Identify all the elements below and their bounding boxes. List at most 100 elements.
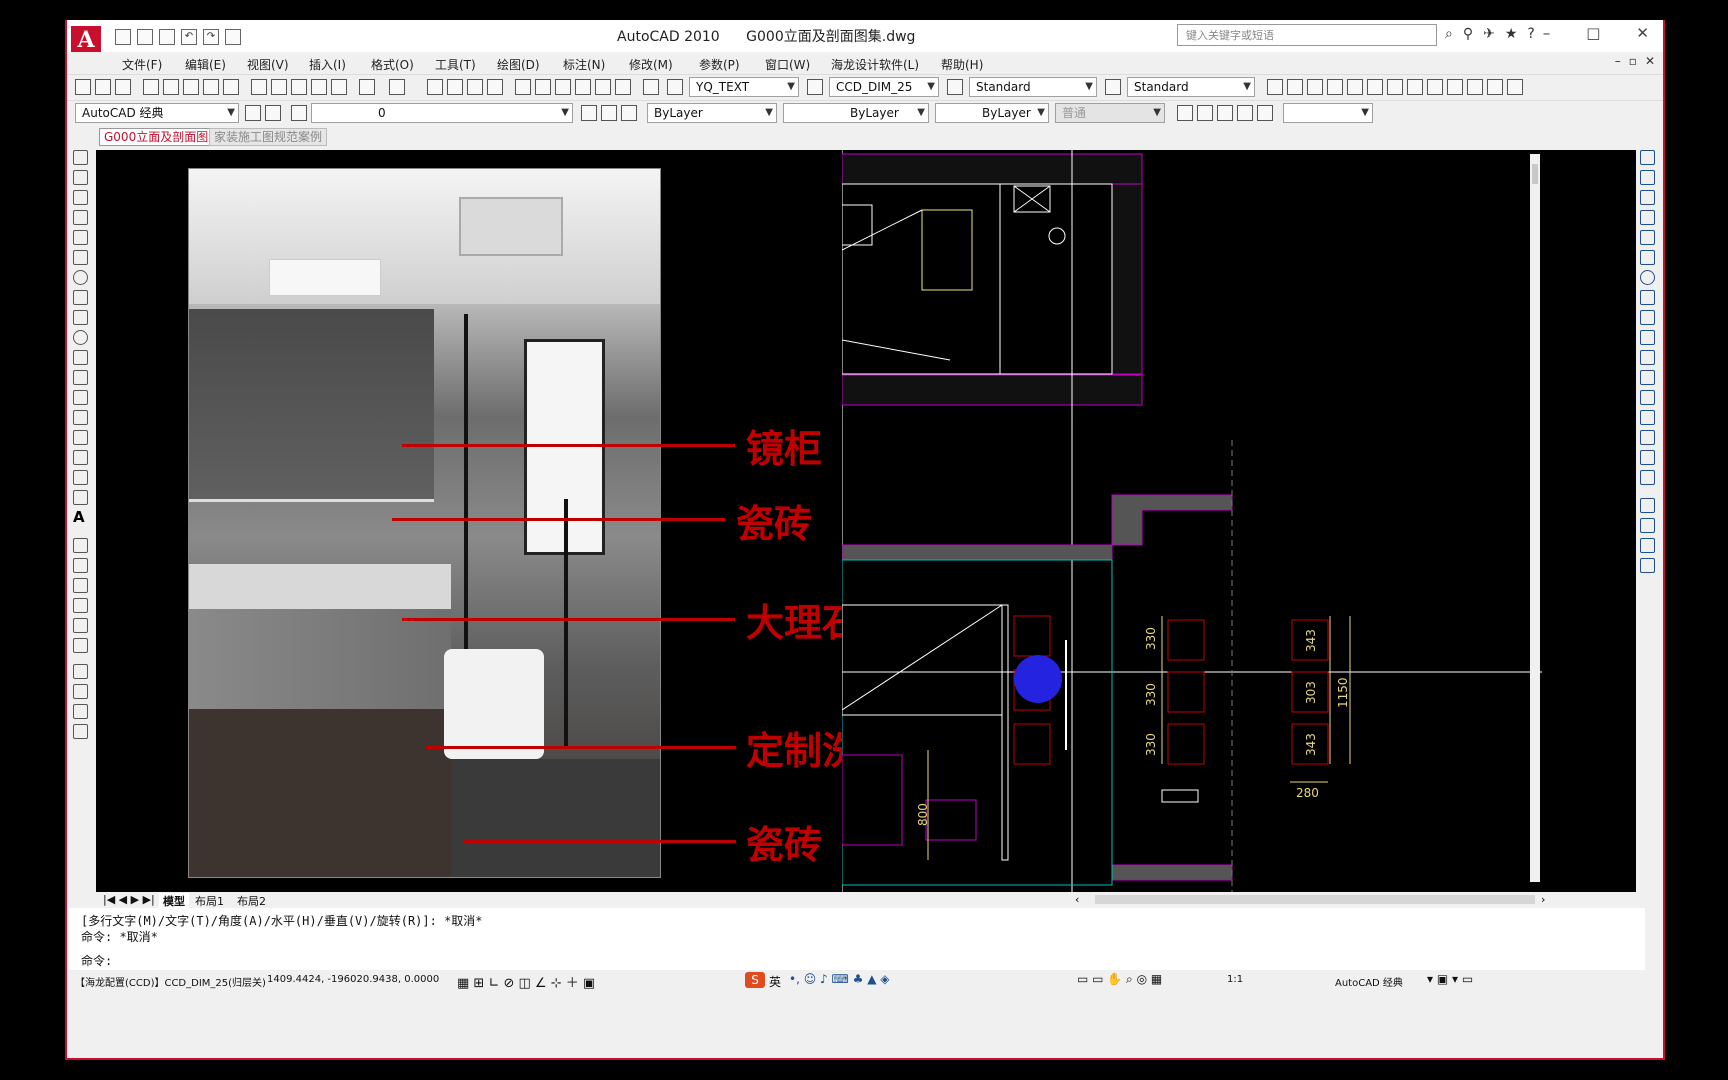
binoculars-icon[interactable]: ⌕ bbox=[1445, 26, 1453, 42]
mtext-icon[interactable]: A bbox=[73, 510, 88, 525]
maximize-button[interactable]: □ bbox=[1586, 24, 1600, 42]
layer-previous-icon[interactable] bbox=[601, 105, 617, 121]
break-icon[interactable] bbox=[1640, 390, 1655, 405]
tool-k-icon[interactable] bbox=[1467, 79, 1483, 95]
gradient-icon[interactable] bbox=[73, 450, 88, 465]
hailong-tool-1-icon[interactable] bbox=[73, 538, 88, 553]
fillet-icon[interactable] bbox=[1640, 450, 1655, 465]
menu-parametric[interactable]: 参数(P) bbox=[699, 56, 740, 73]
annotation-scale[interactable]: 1:1 bbox=[1227, 974, 1243, 985]
copy-object-icon[interactable] bbox=[1640, 170, 1655, 185]
tool-e-icon[interactable] bbox=[1347, 79, 1363, 95]
workspace-switch[interactable]: AutoCAD 经典 bbox=[1335, 974, 1403, 989]
linetype-select[interactable]: ByLayer ▼ bbox=[783, 103, 929, 123]
qnew-icon[interactable] bbox=[75, 79, 91, 95]
key-icon[interactable]: ⚲ bbox=[1463, 26, 1473, 42]
properties-icon[interactable] bbox=[515, 79, 531, 95]
region-icon[interactable] bbox=[73, 470, 88, 485]
explode-icon[interactable] bbox=[1640, 470, 1655, 485]
tab-layout1[interactable]: 布局1 bbox=[195, 893, 224, 909]
plot-icon[interactable] bbox=[225, 29, 241, 45]
sheet-set-icon[interactable] bbox=[575, 79, 591, 95]
redo-icon[interactable]: ↷ bbox=[203, 29, 219, 45]
satellite-icon[interactable]: ✈ bbox=[1483, 26, 1495, 42]
new-file-icon[interactable] bbox=[115, 29, 131, 45]
view-select[interactable]: ▼ bbox=[1283, 103, 1373, 123]
horizontal-scroll-track[interactable] bbox=[1095, 895, 1535, 904]
move-icon[interactable] bbox=[1640, 250, 1655, 265]
stretch-icon[interactable] bbox=[1640, 310, 1655, 325]
publish-icon[interactable] bbox=[183, 79, 199, 95]
menu-file[interactable]: 文件(F) bbox=[122, 56, 162, 73]
dim-style-icon[interactable] bbox=[807, 79, 823, 95]
mleader-style-icon[interactable] bbox=[1105, 79, 1121, 95]
dim-total[interactable]: 1150 bbox=[1336, 677, 1350, 708]
zoom-window-icon[interactable] bbox=[467, 79, 483, 95]
draworder-4-icon[interactable] bbox=[1640, 558, 1655, 573]
workspace-select[interactable]: AutoCAD 经典 ▼ bbox=[75, 103, 239, 123]
layer-select[interactable]: 0 ▼ bbox=[311, 103, 573, 123]
dim-left-3[interactable]: 330 bbox=[1144, 733, 1158, 756]
draworder-3-icon[interactable] bbox=[1640, 538, 1655, 553]
design-center-icon[interactable] bbox=[535, 79, 551, 95]
table-style-select[interactable]: Standard ▼ bbox=[969, 77, 1097, 97]
ime-logo-icon[interactable]: S bbox=[745, 972, 765, 988]
match-properties-icon[interactable] bbox=[331, 79, 347, 95]
status-coordinates[interactable]: 1409.4424, -196020.9438, 0.0000 bbox=[267, 974, 439, 985]
markup-icon[interactable] bbox=[595, 79, 611, 95]
dim-right-3[interactable]: 343 bbox=[1304, 733, 1318, 756]
hailong-tool-4-icon[interactable] bbox=[73, 598, 88, 613]
open-file-icon[interactable] bbox=[137, 29, 153, 45]
workspace-save-icon[interactable] bbox=[265, 105, 281, 121]
tool-palettes-icon[interactable] bbox=[555, 79, 571, 95]
help-icon[interactable]: ? bbox=[1527, 26, 1534, 42]
tool-d-icon[interactable] bbox=[1327, 79, 1343, 95]
view-e-icon[interactable] bbox=[1257, 105, 1273, 121]
dim-right-1[interactable]: 343 bbox=[1304, 629, 1318, 652]
zoom-previous-icon[interactable] bbox=[487, 79, 503, 95]
hailong-tool-9-icon[interactable] bbox=[73, 704, 88, 719]
doc-close-button[interactable]: ✕ bbox=[1645, 54, 1655, 68]
draworder-1-icon[interactable] bbox=[1640, 498, 1655, 513]
construction-line-icon[interactable] bbox=[73, 170, 88, 185]
draworder-2-icon[interactable] bbox=[1640, 518, 1655, 533]
join-icon[interactable] bbox=[1640, 410, 1655, 425]
trim-icon[interactable] bbox=[1640, 330, 1655, 345]
tool-f-icon[interactable] bbox=[1367, 79, 1383, 95]
layer-state-icon[interactable] bbox=[621, 105, 637, 121]
star-icon[interactable]: ★ bbox=[1505, 26, 1518, 42]
tab-model[interactable]: 模型 bbox=[159, 893, 189, 909]
spline-icon[interactable] bbox=[73, 310, 88, 325]
tool-g-icon[interactable] bbox=[1387, 79, 1403, 95]
view-b-icon[interactable] bbox=[1197, 105, 1213, 121]
scroll-left-icon[interactable]: ‹ bbox=[1075, 893, 1079, 906]
tool-i-icon[interactable] bbox=[1427, 79, 1443, 95]
menu-modify[interactable]: 修改(M) bbox=[629, 56, 673, 73]
menu-edit[interactable]: 编辑(E) bbox=[185, 56, 226, 73]
menu-insert[interactable]: 插入(I) bbox=[309, 56, 346, 73]
circle-icon[interactable] bbox=[73, 270, 88, 285]
hailong-tool-10-icon[interactable] bbox=[73, 724, 88, 739]
array-icon[interactable] bbox=[1640, 230, 1655, 245]
menu-help[interactable]: 帮助(H) bbox=[941, 56, 983, 73]
erase-icon[interactable] bbox=[1640, 150, 1655, 165]
menu-window[interactable]: 窗口(W) bbox=[765, 56, 810, 73]
break-point-icon[interactable] bbox=[1640, 370, 1655, 385]
hailong-tool-5-icon[interactable] bbox=[73, 618, 88, 633]
open-icon[interactable] bbox=[95, 79, 111, 95]
layer-manager-icon[interactable] bbox=[291, 105, 307, 121]
tool-m-icon[interactable] bbox=[1507, 79, 1523, 95]
hatch-icon[interactable] bbox=[73, 430, 88, 445]
tool-l-icon[interactable] bbox=[1487, 79, 1503, 95]
rotate-icon[interactable] bbox=[1640, 270, 1655, 285]
menu-dimension[interactable]: 标注(N) bbox=[563, 56, 605, 73]
tab-layout2[interactable]: 布局2 bbox=[237, 893, 266, 909]
doc-minimize-button[interactable]: – bbox=[1615, 54, 1621, 68]
point-icon[interactable] bbox=[73, 410, 88, 425]
tool-a-icon[interactable] bbox=[1267, 79, 1283, 95]
view-a-icon[interactable] bbox=[1177, 105, 1193, 121]
drawing-canvas[interactable]: 镜柜 瓷砖 大理石 定制洗漱 瓷砖 bbox=[96, 150, 1636, 892]
undo-icon[interactable] bbox=[359, 79, 375, 95]
rectangle-icon[interactable] bbox=[73, 230, 88, 245]
tray-icons[interactable]: ▾ ▣ ▾ ▭ bbox=[1427, 972, 1473, 986]
